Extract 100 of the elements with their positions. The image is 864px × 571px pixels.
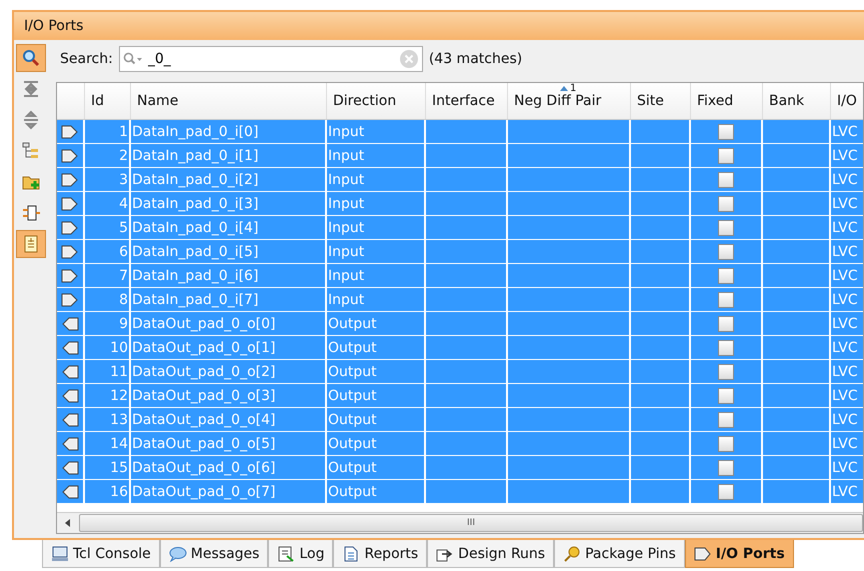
fixed-checkbox[interactable] bbox=[718, 460, 734, 476]
fixed-checkbox[interactable] bbox=[718, 244, 734, 260]
direction-cell: Input bbox=[327, 240, 426, 264]
io-standard-cell: LVC bbox=[831, 336, 863, 360]
output-port-icon bbox=[61, 388, 79, 402]
window-title: I/O Ports bbox=[24, 18, 84, 34]
input-port-icon bbox=[61, 268, 79, 282]
panel-tab[interactable]: Tcl Console bbox=[42, 540, 160, 568]
input-port-icon bbox=[61, 292, 79, 306]
io-standard-cell: LVC bbox=[831, 384, 863, 408]
sort-index: 1 bbox=[570, 83, 576, 94]
id-cell: 15 bbox=[85, 456, 131, 480]
list-icon-button[interactable] bbox=[16, 230, 46, 258]
id-cell: 1 bbox=[85, 120, 131, 144]
id-cell: 9 bbox=[85, 312, 131, 336]
direction-cell: Input bbox=[327, 168, 426, 192]
io-standard-cell: LVC bbox=[831, 216, 863, 240]
panel-tab[interactable]: Messages bbox=[160, 540, 268, 568]
io-standard-cell: LVC bbox=[831, 408, 863, 432]
search-icon-button[interactable] bbox=[16, 44, 46, 72]
direction-cell: Output bbox=[327, 480, 426, 504]
column-header[interactable]: Direction bbox=[327, 83, 426, 119]
scroll-left-icon[interactable] bbox=[64, 518, 72, 528]
direction-cell: Output bbox=[327, 312, 426, 336]
search-field[interactable]: _0_ bbox=[118, 46, 423, 72]
column-header[interactable]: Bank bbox=[763, 83, 831, 119]
fixed-checkbox[interactable] bbox=[718, 388, 734, 404]
column-header[interactable]: Id bbox=[85, 83, 131, 119]
id-cell: 3 bbox=[85, 168, 131, 192]
name-cell: DataIn_pad_0_i[5] bbox=[131, 240, 327, 264]
match-count: (43 matches) bbox=[428, 51, 522, 67]
column-header[interactable]: Name bbox=[131, 83, 327, 119]
search-icon bbox=[122, 52, 143, 66]
direction-cell: Output bbox=[327, 384, 426, 408]
fixed-checkbox[interactable] bbox=[718, 484, 734, 500]
name-cell: DataOut_pad_0_o[0] bbox=[131, 312, 327, 336]
fixed-checkbox[interactable] bbox=[718, 124, 734, 140]
io-standard-cell: LVC bbox=[831, 312, 863, 336]
fixed-checkbox[interactable] bbox=[718, 436, 734, 452]
input-port-icon bbox=[61, 196, 79, 210]
log-icon bbox=[277, 546, 296, 562]
id-cell: 16 bbox=[85, 480, 131, 504]
io-standard-cell: LVC bbox=[831, 480, 863, 504]
schematic-icon bbox=[21, 203, 41, 223]
name-cell: DataIn_pad_0_i[2] bbox=[131, 168, 327, 192]
direction-cell: Output bbox=[327, 408, 426, 432]
panel-tab[interactable]: Log bbox=[268, 540, 334, 568]
name-cell: DataOut_pad_0_o[6] bbox=[131, 456, 327, 480]
output-port-icon bbox=[61, 412, 79, 426]
panel-tab[interactable]: Reports bbox=[333, 540, 428, 568]
io-standard-cell: LVC bbox=[831, 144, 863, 168]
panel-tab[interactable]: Package Pins bbox=[554, 540, 685, 568]
fixed-checkbox[interactable] bbox=[718, 340, 734, 356]
fixed-checkbox[interactable] bbox=[718, 196, 734, 212]
id-cell: 8 bbox=[85, 288, 131, 312]
monitor-icon bbox=[51, 546, 69, 562]
input-port-icon bbox=[61, 172, 79, 186]
scrollbar-thumb[interactable]: III bbox=[79, 514, 863, 532]
io-standard-cell: LVC bbox=[831, 264, 863, 288]
fixed-checkbox[interactable] bbox=[718, 172, 734, 188]
panel-tab[interactable]: Design Runs bbox=[427, 540, 554, 568]
id-cell: 5 bbox=[85, 216, 131, 240]
direction-cell: Input bbox=[327, 120, 426, 144]
id-cell: 10 bbox=[85, 336, 131, 360]
name-cell: DataOut_pad_0_o[3] bbox=[131, 384, 327, 408]
direction-cell: Input bbox=[327, 144, 426, 168]
direction-cell: Output bbox=[327, 456, 426, 480]
output-port-icon bbox=[61, 364, 79, 378]
io-standard-cell: LVC bbox=[831, 360, 863, 384]
port-icon bbox=[694, 546, 712, 562]
direction-cell: Output bbox=[327, 336, 426, 360]
search-label: Search: bbox=[60, 51, 113, 67]
panel-tab[interactable]: I/O Ports bbox=[684, 540, 794, 568]
io-standard-cell: LVC bbox=[831, 168, 863, 192]
direction-cell: Input bbox=[327, 288, 426, 312]
io-standard-cell: LVC bbox=[831, 432, 863, 456]
column-header[interactable]: Fixed bbox=[691, 83, 763, 119]
fixed-checkbox[interactable] bbox=[718, 148, 734, 164]
column-header[interactable]: I/O bbox=[831, 83, 863, 119]
output-port-icon bbox=[61, 460, 79, 474]
fixed-checkbox[interactable] bbox=[718, 364, 734, 380]
fixed-checkbox[interactable] bbox=[718, 268, 734, 284]
speech-bubble-icon bbox=[168, 546, 187, 562]
name-cell: DataOut_pad_0_o[5] bbox=[131, 432, 327, 456]
hierarchy-icon bbox=[21, 141, 41, 161]
io-standard-cell: LVC bbox=[831, 288, 863, 312]
fixed-checkbox[interactable] bbox=[718, 316, 734, 332]
name-cell: DataOut_pad_0_o[4] bbox=[131, 408, 327, 432]
column-header[interactable]: 1 Neg Diff Pair bbox=[508, 83, 631, 119]
input-port-icon bbox=[61, 244, 79, 258]
fixed-checkbox[interactable] bbox=[718, 220, 734, 236]
column-header[interactable]: Site bbox=[631, 83, 691, 119]
fixed-checkbox[interactable] bbox=[718, 292, 734, 308]
id-cell: 12 bbox=[85, 384, 131, 408]
pin-icon bbox=[563, 546, 582, 562]
document-icon bbox=[342, 546, 360, 562]
fixed-checkbox[interactable] bbox=[718, 412, 734, 428]
column-header[interactable]: Interface bbox=[426, 83, 508, 119]
name-cell: DataOut_pad_0_o[7] bbox=[131, 480, 327, 504]
io-standard-cell: LVC bbox=[831, 240, 863, 264]
